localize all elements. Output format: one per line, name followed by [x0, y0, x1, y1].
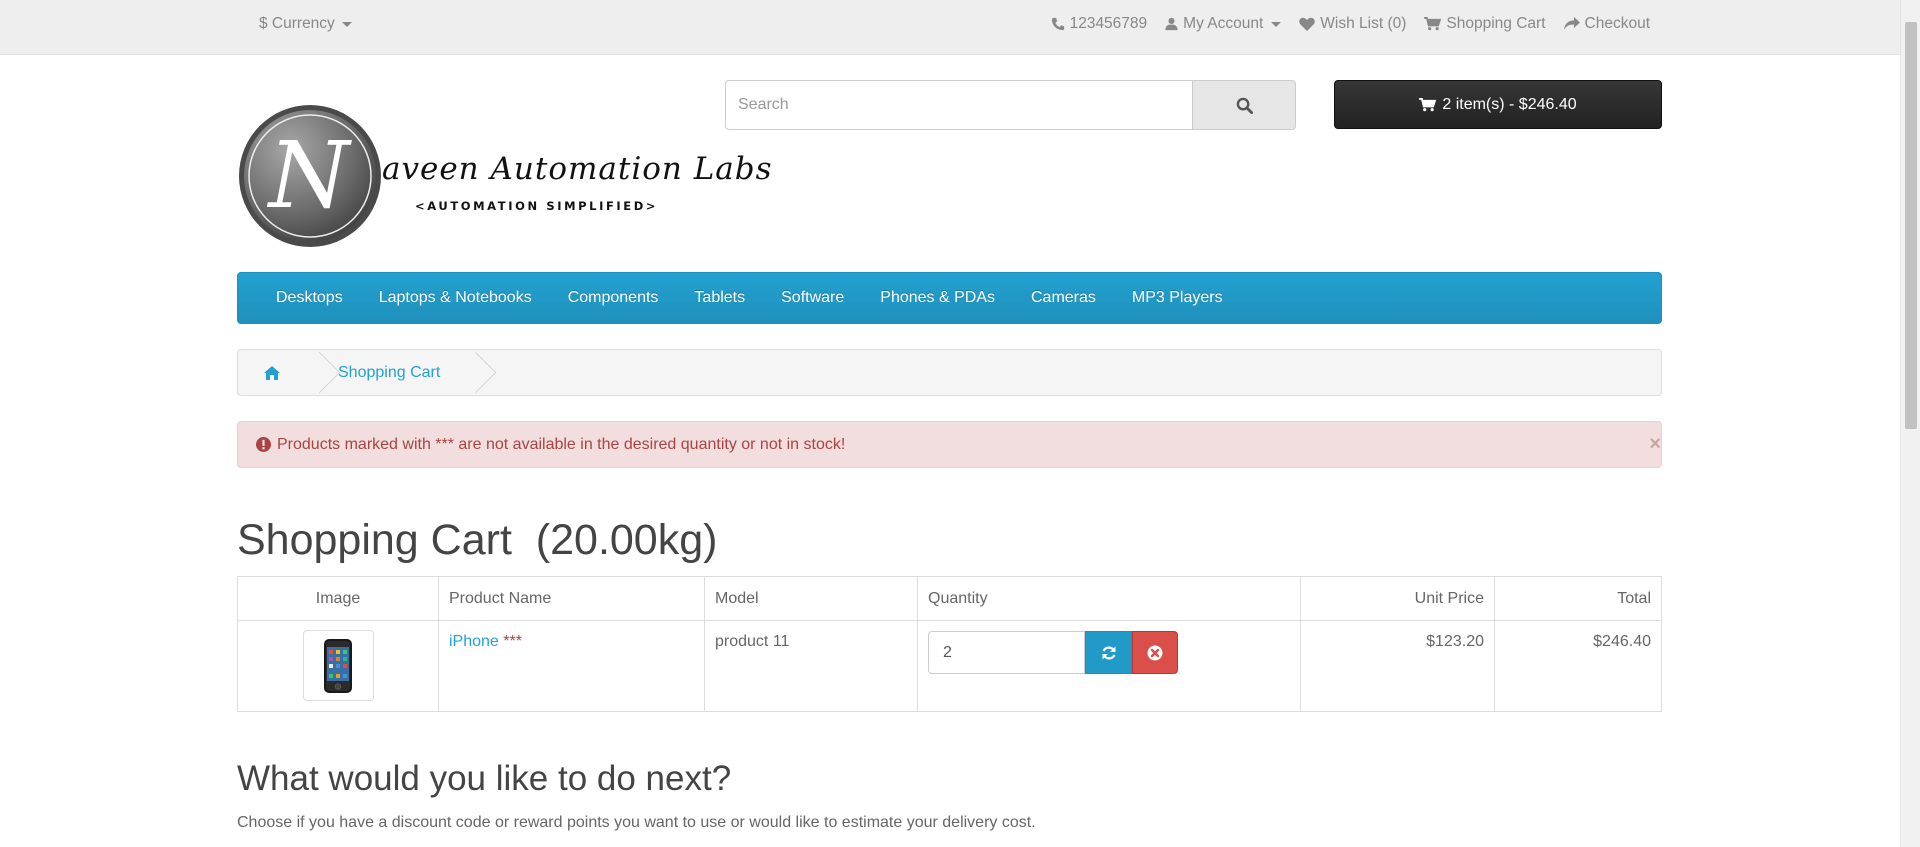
checkout-link[interactable]: Checkout — [1563, 15, 1650, 33]
product-name-cell: iPhone *** — [438, 620, 705, 712]
chevron-down-icon — [1271, 21, 1282, 27]
menu-item-cameras[interactable]: Cameras — [1013, 289, 1114, 307]
alert-message: Products marked with *** are not availab… — [277, 435, 846, 453]
site-logo[interactable]: N aveen Automation Labs <AUTOMATION SIMP… — [237, 103, 772, 249]
total-price-cell: $246.40 — [1494, 620, 1662, 712]
search-input[interactable] — [725, 80, 1192, 130]
header-total: Total — [1494, 576, 1662, 621]
cart-total-button[interactable]: 2 item(s) - $246.40 — [1334, 80, 1662, 129]
update-quantity-button[interactable] — [1085, 631, 1132, 674]
menu-item-desktops[interactable]: Desktops — [258, 289, 361, 307]
menu-item-phones-pdas[interactable]: Phones & PDAs — [862, 289, 1013, 307]
next-steps-description: Choose if you have a discount code or re… — [237, 814, 1036, 831]
menu-item-mp3-players[interactable]: MP3 Players — [1114, 289, 1241, 307]
page-scrollbar[interactable] — [1900, 0, 1920, 847]
times-circle-icon — [1147, 645, 1163, 660]
menu-item-components[interactable]: Components — [550, 289, 677, 307]
iphone-image-icon — [324, 638, 352, 693]
checkout-label: Checkout — [1584, 15, 1650, 32]
cart-icon — [1419, 97, 1437, 111]
cart-icon — [1424, 17, 1442, 31]
quantity-group — [928, 631, 1290, 674]
svg-text:N: N — [267, 122, 353, 229]
product-name-link[interactable]: iPhone — [449, 633, 499, 650]
phone-number: 123456789 — [1069, 15, 1148, 32]
header-model: Model — [704, 576, 918, 621]
stock-warning-alert: Products marked with *** are not availab… — [237, 421, 1662, 468]
phone-link[interactable]: 123456789 — [1051, 15, 1148, 33]
home-icon — [264, 365, 280, 380]
menu-item-laptops-notebooks[interactable]: Laptops & Notebooks — [361, 289, 550, 307]
refresh-icon — [1101, 646, 1116, 659]
logo-subtitle: <AUTOMATION SIMPLIFIED> — [415, 199, 659, 213]
out-of-stock-marker: *** — [503, 633, 522, 650]
scrollbar-thumb[interactable] — [1905, 22, 1917, 429]
wish-list-link[interactable]: Wish List (0) — [1299, 15, 1406, 33]
search-button[interactable] — [1192, 80, 1296, 130]
menu-item-tablets[interactable]: Tablets — [676, 289, 763, 307]
quantity-input[interactable] — [928, 631, 1085, 674]
alert-close-button[interactable]: × — [1649, 434, 1661, 454]
table-row: iPhone *** product 11 2 $123.20 $246.40 — [237, 620, 1662, 712]
remove-item-button[interactable] — [1132, 631, 1178, 674]
table-header-row: Image Product Name Model Quantity Unit P… — [237, 576, 1662, 621]
shopping-cart-link[interactable]: Shopping Cart — [1424, 15, 1546, 33]
logo-circle-icon: N — [239, 105, 381, 247]
main-menu: Desktops Laptops & Notebooks Components … — [237, 272, 1662, 324]
cart-table: Image Product Name Model Quantity Unit P… — [237, 576, 1662, 712]
header-image: Image — [237, 576, 439, 621]
user-icon — [1165, 17, 1178, 31]
logo-script-text: aveen Automation Labs — [382, 151, 773, 187]
product-image-cell — [237, 620, 439, 712]
breadcrumb-shopping-cart[interactable]: Shopping Cart — [314, 350, 470, 395]
share-icon — [1563, 17, 1580, 30]
search-bar — [725, 80, 1296, 130]
product-thumbnail[interactable] — [302, 630, 374, 701]
header-unit-price: Unit Price — [1300, 576, 1495, 621]
product-model-cell: product 11 — [704, 620, 918, 712]
shopping-cart-label: Shopping Cart — [1446, 15, 1546, 32]
product-quantity-cell — [917, 620, 1301, 712]
next-steps-title: What would you like to do next? — [237, 759, 732, 798]
wish-list-label: Wish List (0) — [1320, 15, 1407, 32]
my-account-label: My Account — [1183, 15, 1264, 32]
header-product-name: Product Name — [438, 576, 705, 621]
currency-dropdown[interactable]: $ Currency — [259, 15, 352, 33]
cart-total-label: 2 item(s) - $246.40 — [1442, 95, 1577, 113]
search-icon — [1236, 97, 1253, 114]
top-bar: $ Currency 123456789 My Account Wish Lis… — [0, 0, 1900, 55]
my-account-dropdown[interactable]: My Account — [1165, 15, 1282, 33]
page-title: Shopping Cart (20.00kg) — [237, 516, 718, 564]
currency-label: $ Currency — [259, 15, 335, 32]
chevron-down-icon — [341, 21, 352, 27]
phone-icon — [1051, 17, 1064, 31]
breadcrumb: Shopping Cart — [237, 349, 1662, 396]
exclamation-circle-icon — [256, 437, 271, 452]
unit-price-cell: $123.20 — [1300, 620, 1495, 712]
top-links: 123456789 My Account Wish List (0) Shopp… — [1051, 15, 1650, 33]
menu-item-software[interactable]: Software — [763, 289, 862, 307]
header-quantity: Quantity — [917, 576, 1301, 621]
heart-icon — [1299, 17, 1316, 31]
